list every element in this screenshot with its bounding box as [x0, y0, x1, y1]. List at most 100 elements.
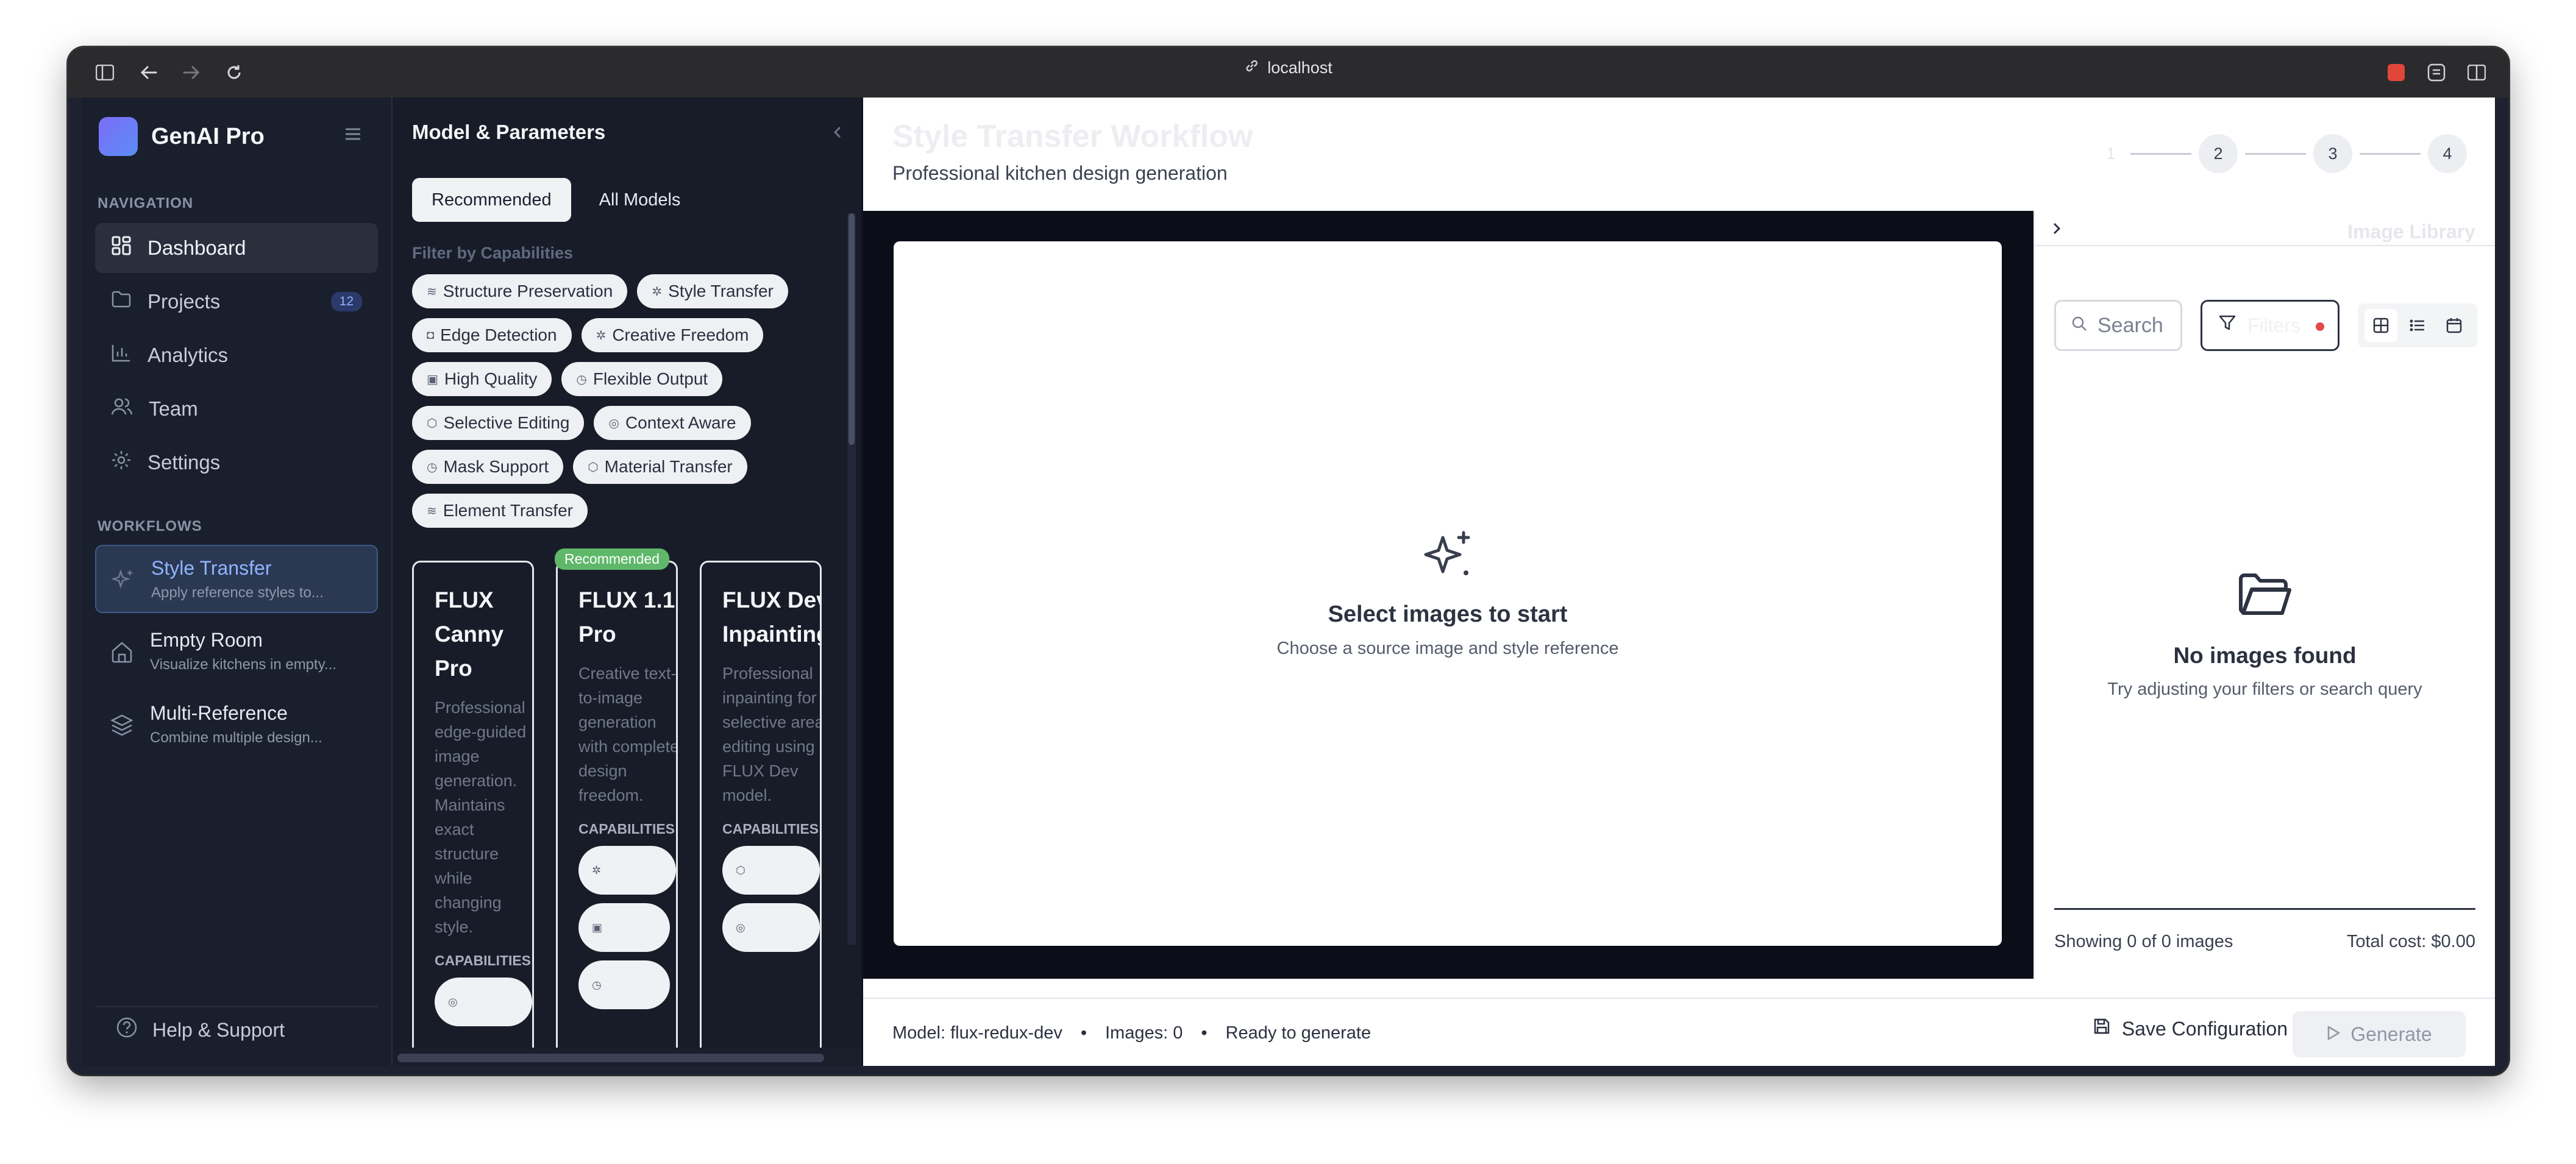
- model-card[interactable]: FLUX Dev Inpainting Professional inpaint…: [700, 561, 822, 1066]
- search-placeholder: Search: [2097, 313, 2163, 337]
- sidebar-item-team[interactable]: Team: [95, 384, 378, 434]
- capability-pill: ◎: [722, 903, 820, 952]
- chip-mask-support[interactable]: ◷ Mask Support: [412, 450, 564, 484]
- clock-icon: ◷: [427, 460, 438, 474]
- sidebar-item-label: Dashboard: [148, 236, 246, 259]
- capability-chips: ≋ Structure Preservation ✲ Style Transfer …: [412, 274, 833, 528]
- reload-icon[interactable]: [222, 60, 246, 85]
- sidebar-item-analytics[interactable]: Analytics: [95, 330, 378, 380]
- library-header: Image Library: [2035, 211, 2495, 246]
- brand[interactable]: GenAI Pro: [99, 117, 265, 156]
- model-card[interactable]: FLUX Canny Pro Professional edge-guided …: [412, 561, 534, 1066]
- chip-selective-editing[interactable]: ⬡ Selective Editing: [412, 406, 585, 440]
- chip-label: Creative Freedom: [612, 325, 749, 344]
- chip-label: Style Transfer: [668, 282, 774, 300]
- image-library-panel: Image Library Search Filters No images f…: [2033, 211, 2495, 979]
- cube-icon: ⬡: [427, 416, 438, 430]
- save-configuration-button[interactable]: Save Configuration: [2093, 1017, 2288, 1040]
- model-card[interactable]: FLUX 1.1 Pro Creative text-to-image gene…: [556, 561, 678, 1066]
- cube-icon: ⬡: [588, 460, 599, 474]
- brand-name: GenAI Pro: [151, 123, 265, 149]
- images-status: Images: 0: [1105, 1023, 1183, 1043]
- library-title: Image Library: [2347, 221, 2475, 243]
- library-empty-state: No images found Try adjusting your filte…: [2035, 570, 2495, 700]
- chip-style-transfer[interactable]: ✲ Style Transfer: [637, 274, 788, 308]
- clock-icon: ◷: [576, 372, 587, 386]
- sidebar-toggle-icon[interactable]: [93, 60, 117, 85]
- sidebar: GenAI Pro NAVIGATION Dashboard Projects …: [82, 98, 393, 1066]
- empty-hint: Try adjusting your filters or search que…: [2107, 680, 2422, 699]
- chip-flexible-output[interactable]: ◷ Flexible Output: [561, 362, 723, 396]
- canvas-title: Select images to start: [1328, 601, 1568, 627]
- horizontal-scrollbar[interactable]: [397, 1054, 824, 1062]
- chip-material-transfer[interactable]: ⬡ Material Transfer: [573, 450, 747, 484]
- chevron-right-icon[interactable]: [2052, 222, 2062, 238]
- back-arrow-icon[interactable]: [137, 60, 161, 85]
- page-title: Style Transfer Workflow: [892, 119, 1253, 154]
- chip-element-transfer[interactable]: ≋ Element Transfer: [412, 494, 588, 528]
- sidebar-item-dashboard[interactable]: Dashboard: [95, 223, 378, 273]
- calendar-view-icon[interactable]: [2438, 309, 2471, 342]
- extension-icon[interactable]: [2384, 60, 2408, 85]
- url-text: localhost: [1267, 59, 1332, 77]
- chip-edge-detection[interactable]: ◘ Edge Detection: [412, 318, 572, 352]
- capability-pill: ✲: [578, 846, 676, 895]
- workflow-subtitle: Visualize kitchens in empty...: [150, 656, 336, 673]
- workflow-title: Multi-Reference: [150, 702, 288, 724]
- workflow-multi-reference[interactable]: Multi-Reference Combine multiple design.…: [95, 691, 378, 759]
- sparkle-icon: [111, 568, 135, 595]
- grid-view-icon[interactable]: [2364, 309, 2397, 342]
- separator-dot: •: [1201, 1023, 1208, 1043]
- address-bar[interactable]: localhost: [1244, 59, 1332, 77]
- sidebar-item-label: Team: [149, 397, 198, 420]
- projects-count-badge: 12: [330, 292, 362, 311]
- panel-title: Model & Parameters: [412, 121, 606, 143]
- image-canvas[interactable]: Select images to start Choose a source i…: [894, 241, 2002, 946]
- chip-label: Mask Support: [443, 457, 549, 476]
- workflow-stepper: 1 2 3 4: [2099, 134, 2467, 173]
- vertical-scrollbar[interactable]: [847, 213, 856, 945]
- model-cards: FLUX Canny Pro Professional edge-guided …: [412, 561, 822, 1066]
- search-input[interactable]: Search: [2054, 300, 2182, 351]
- forward-arrow-icon[interactable]: [179, 60, 204, 85]
- split-view-icon[interactable]: [2464, 60, 2489, 85]
- chip-structure-preservation[interactable]: ≋ Structure Preservation: [412, 274, 628, 308]
- sparkle-icon: [1418, 529, 1477, 591]
- model-parameters-panel: Model & Parameters Recommended All Model…: [393, 98, 863, 1066]
- chip-label: High Quality: [444, 369, 538, 388]
- image-icon: ▣: [427, 372, 438, 386]
- chip-context-aware[interactable]: ◎ Context Aware: [594, 406, 751, 440]
- generate-button[interactable]: Generate: [2293, 1011, 2466, 1057]
- hamburger-menu-icon[interactable]: [344, 127, 362, 144]
- target-icon: ◎: [608, 416, 619, 430]
- list-view-icon[interactable]: [2401, 309, 2434, 342]
- workflow-empty-room[interactable]: Empty Room Visualize kitchens in empty..…: [95, 618, 378, 686]
- workflow-style-transfer[interactable]: Style Transfer Apply reference styles to…: [95, 545, 378, 613]
- empty-title: No images found: [2173, 643, 2357, 668]
- filters-button[interactable]: Filters: [2201, 300, 2339, 351]
- main-content: Style Transfer Workflow Professional kit…: [863, 98, 2495, 1066]
- step-4[interactable]: 4: [2428, 134, 2467, 173]
- sidebar-item-settings[interactable]: Settings: [95, 438, 378, 488]
- browser-toolbar: localhost: [68, 48, 2508, 98]
- step-1[interactable]: 1: [2099, 134, 2123, 173]
- generate-label: Generate: [2350, 1023, 2432, 1045]
- chip-high-quality[interactable]: ▣ High Quality: [412, 362, 552, 396]
- step-2[interactable]: 2: [2199, 134, 2238, 173]
- filter-label: Filter by Capabilities: [412, 244, 574, 262]
- step-3[interactable]: 3: [2313, 134, 2352, 173]
- chevron-left-icon[interactable]: [833, 126, 842, 142]
- chip-label: Selective Editing: [443, 413, 570, 432]
- reader-icon[interactable]: [2424, 60, 2449, 85]
- tab-recommended[interactable]: Recommended: [412, 178, 571, 222]
- bottom-bar: Model: flux-redux-dev • Images: 0 • Read…: [863, 998, 2495, 1066]
- help-support-link[interactable]: Help & Support: [95, 1006, 378, 1052]
- camera-icon: ◘: [427, 328, 435, 342]
- tab-all-models[interactable]: All Models: [580, 178, 700, 222]
- sidebar-item-projects[interactable]: Projects 12: [95, 277, 378, 327]
- sidebar-item-label: Analytics: [148, 344, 229, 366]
- chip-creative-freedom[interactable]: ✲ Creative Freedom: [581, 318, 764, 352]
- scroll-thumb[interactable]: [849, 213, 855, 445]
- filter-icon: [2218, 314, 2236, 337]
- model-tabs: Recommended All Models: [412, 178, 700, 222]
